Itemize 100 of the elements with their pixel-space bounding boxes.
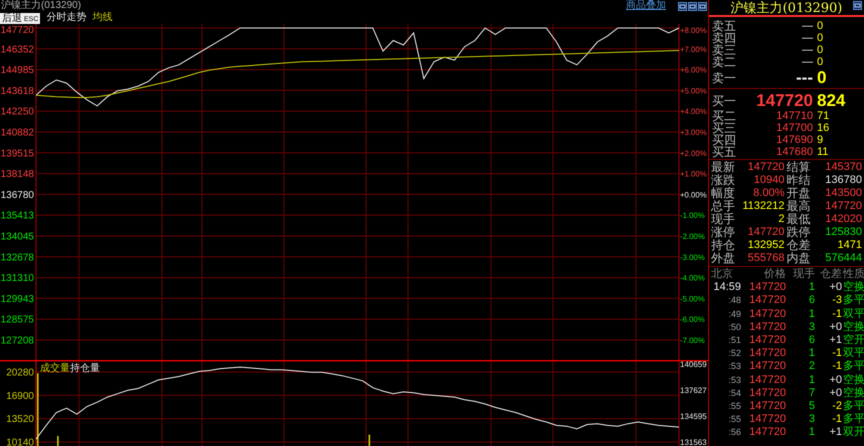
- trade-volume: 1: [808, 347, 815, 360]
- trade-price: 147720: [748, 360, 786, 374]
- view-label[interactable]: 分时走势: [46, 12, 86, 24]
- axis-label: 135413: [0, 210, 34, 222]
- stat-value: 125830: [824, 226, 862, 239]
- stat-value: 147720: [746, 226, 784, 239]
- trade-time: :49: [727, 308, 741, 321]
- trade-price: 147720: [748, 413, 786, 426]
- trade-time: :55: [727, 413, 741, 426]
- stat-label: 昨结: [786, 174, 812, 187]
- order-level-label: 卖三: [712, 44, 737, 56]
- order-volume: 11: [817, 146, 830, 158]
- axis-label: 10140: [6, 438, 34, 446]
- order-level-label: 买四: [712, 134, 737, 146]
- order-volume: 71: [817, 110, 830, 122]
- order-volume: 0: [817, 56, 824, 68]
- stat-label: 现手: [711, 213, 736, 226]
- quote-title: 沪镍主力(013290): [730, 0, 842, 16]
- column-header: 北京: [711, 268, 734, 282]
- order-price: —: [801, 44, 813, 56]
- trade-time: :54: [727, 386, 741, 400]
- trade-time: :55: [727, 400, 741, 414]
- stat-value: 1471: [836, 239, 862, 252]
- order-volume: 16: [817, 122, 830, 134]
- stat-value: 136780: [824, 174, 862, 187]
- order-volume: 0: [817, 68, 828, 87]
- oi-change: -1: [831, 413, 842, 426]
- stat-value: 143500: [824, 187, 862, 200]
- axis-label: 144985: [0, 65, 34, 76]
- legend-label: 均线: [92, 12, 112, 24]
- oi-change: -1: [831, 347, 842, 360]
- order-price: ---: [795, 68, 813, 87]
- column-header: 现手: [792, 268, 815, 282]
- axis-label: 140882: [0, 128, 34, 138]
- stat-label: 内盘: [786, 252, 812, 265]
- column-header: 仓差: [819, 268, 842, 282]
- order-volume: 0: [817, 32, 824, 44]
- axis-label: 146352: [0, 44, 34, 56]
- order-volume: 0: [817, 44, 824, 56]
- order-level-label: 买一: [712, 94, 737, 106]
- axis-label: 127208: [0, 335, 34, 346]
- stat-label: 外盘: [711, 252, 736, 265]
- order-price: 147680: [775, 146, 813, 158]
- stat-label: 持仓: [711, 239, 736, 252]
- axis-label: 142250: [0, 106, 34, 118]
- axis-label: 131563: [680, 438, 707, 446]
- oi-change: +1: [828, 426, 842, 440]
- trade-volume: 3: [808, 413, 815, 426]
- stat-label: 最高: [786, 200, 812, 213]
- order-level-label: 买三: [712, 122, 737, 134]
- order-volume: 0: [817, 20, 824, 32]
- order-volume: 824: [817, 91, 846, 110]
- stat-value: 1132212: [741, 200, 784, 213]
- stat-label: 涨跌: [711, 174, 736, 187]
- trade-time: :53: [727, 360, 741, 374]
- oi-change: -2: [831, 400, 842, 414]
- trade-price: 147720: [748, 281, 786, 294]
- trade-time: :50: [727, 320, 741, 334]
- oi-change: -1: [831, 308, 842, 321]
- order-price: —: [801, 20, 813, 32]
- stat-label: 结算: [786, 161, 812, 174]
- order-level-label: 卖五: [712, 20, 737, 32]
- trade-volume: 2: [808, 360, 815, 374]
- axis-label: 140659: [680, 360, 707, 369]
- stat-value: 8.00%: [752, 187, 784, 200]
- axis-label: 13520: [6, 414, 34, 426]
- trade-price: 147720: [748, 400, 786, 414]
- axis-label: 16900: [6, 390, 34, 402]
- trade-time: :53: [727, 374, 741, 387]
- trade-price: 147720: [748, 294, 786, 308]
- axis-label: 20280: [6, 368, 34, 378]
- order-volume: 9: [817, 134, 824, 146]
- stat-label: 最低: [786, 213, 812, 226]
- trade-volume: 7: [808, 386, 815, 400]
- axis-label: 134595: [680, 412, 707, 421]
- oi-change: +0: [828, 386, 842, 400]
- stat-value: 576444: [824, 252, 862, 265]
- trade-volume: 6: [808, 334, 815, 348]
- stat-label: 幅度: [711, 187, 736, 200]
- stat-value: 145370: [824, 161, 862, 174]
- axis-label: 128575: [0, 314, 34, 326]
- axis-label: 132678: [0, 252, 34, 264]
- stat-label: 跌停: [786, 226, 812, 239]
- column-header: 价格: [763, 268, 786, 282]
- axis-label: 143618: [0, 86, 34, 97]
- stat-value: 2: [777, 213, 784, 226]
- trade-volume: 1: [808, 308, 815, 321]
- trade-price: 147720: [748, 386, 786, 400]
- axis-label: 131310: [0, 273, 34, 284]
- stat-value: 147720: [746, 161, 784, 174]
- trade-time: :51: [727, 334, 741, 348]
- order-price: 147700: [775, 122, 813, 134]
- order-level-label: 卖二: [712, 56, 737, 68]
- trade-volume: 3: [808, 320, 815, 334]
- trade-time: 14:59: [712, 281, 741, 294]
- oi-change: -3: [831, 294, 842, 308]
- trade-price: 147720: [748, 320, 786, 334]
- order-level-label: 卖四: [712, 32, 737, 44]
- stat-value: 142020: [824, 213, 862, 226]
- window-icon[interactable]: [853, 1, 862, 10]
